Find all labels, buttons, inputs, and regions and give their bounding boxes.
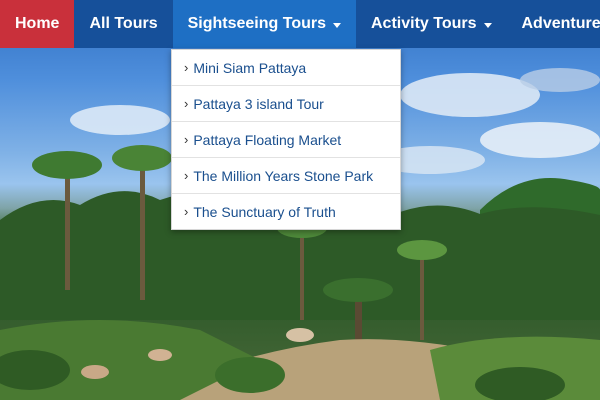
- dropdown-item-floating-market[interactable]: › Pattaya Floating Market: [172, 122, 400, 158]
- chevron-right-icon: ›: [184, 168, 189, 183]
- chevron-right-icon: ›: [184, 132, 189, 147]
- chevron-right-icon: ›: [184, 60, 189, 75]
- nav-sightseeing-tours[interactable]: Sightseeing Tours: [172, 0, 356, 48]
- sightseeing-dropdown-menu: › Mini Siam Pattaya › Pattaya 3 island T…: [171, 49, 401, 230]
- main-navbar: Home All Tours Sightseeing Tours Activit…: [0, 0, 600, 48]
- nav-activity-tours-label: Activity Tours: [371, 15, 477, 32]
- dropdown-item-label: Mini Siam Pattaya: [193, 59, 307, 76]
- nav-activity-tours[interactable]: Activity Tours: [356, 0, 507, 48]
- chevron-right-icon: ›: [184, 96, 189, 111]
- dropdown-item-mini-siam[interactable]: › Mini Siam Pattaya: [172, 50, 400, 86]
- nav-home[interactable]: Home: [0, 0, 75, 48]
- dropdown-item-3-island[interactable]: › Pattaya 3 island Tour: [172, 86, 400, 122]
- chevron-right-icon: ›: [184, 204, 189, 219]
- caret-down-icon: [333, 22, 341, 28]
- dropdown-item-label: Pattaya Floating Market: [193, 131, 342, 148]
- dropdown-item-stone-park[interactable]: › The Million Years Stone Park: [172, 158, 400, 194]
- dropdown-item-label: Pattaya 3 island Tour: [193, 95, 324, 112]
- dropdown-item-label: The Sunctuary of Truth: [193, 203, 336, 220]
- dropdown-item-label: The Million Years Stone Park: [193, 167, 374, 184]
- nav-sightseeing-tours-label: Sightseeing Tours: [187, 15, 326, 32]
- nav-adventure-tours[interactable]: Adventure T: [507, 0, 600, 48]
- nav-all-tours[interactable]: All Tours: [74, 0, 172, 48]
- nav-adventure-tours-label: Adventure T: [521, 15, 600, 32]
- caret-down-icon: [483, 22, 492, 28]
- nav-home-label: Home: [15, 15, 60, 32]
- nav-all-tours-label: All Tours: [89, 15, 158, 32]
- dropdown-item-sanctuary[interactable]: › The Sunctuary of Truth: [172, 194, 400, 229]
